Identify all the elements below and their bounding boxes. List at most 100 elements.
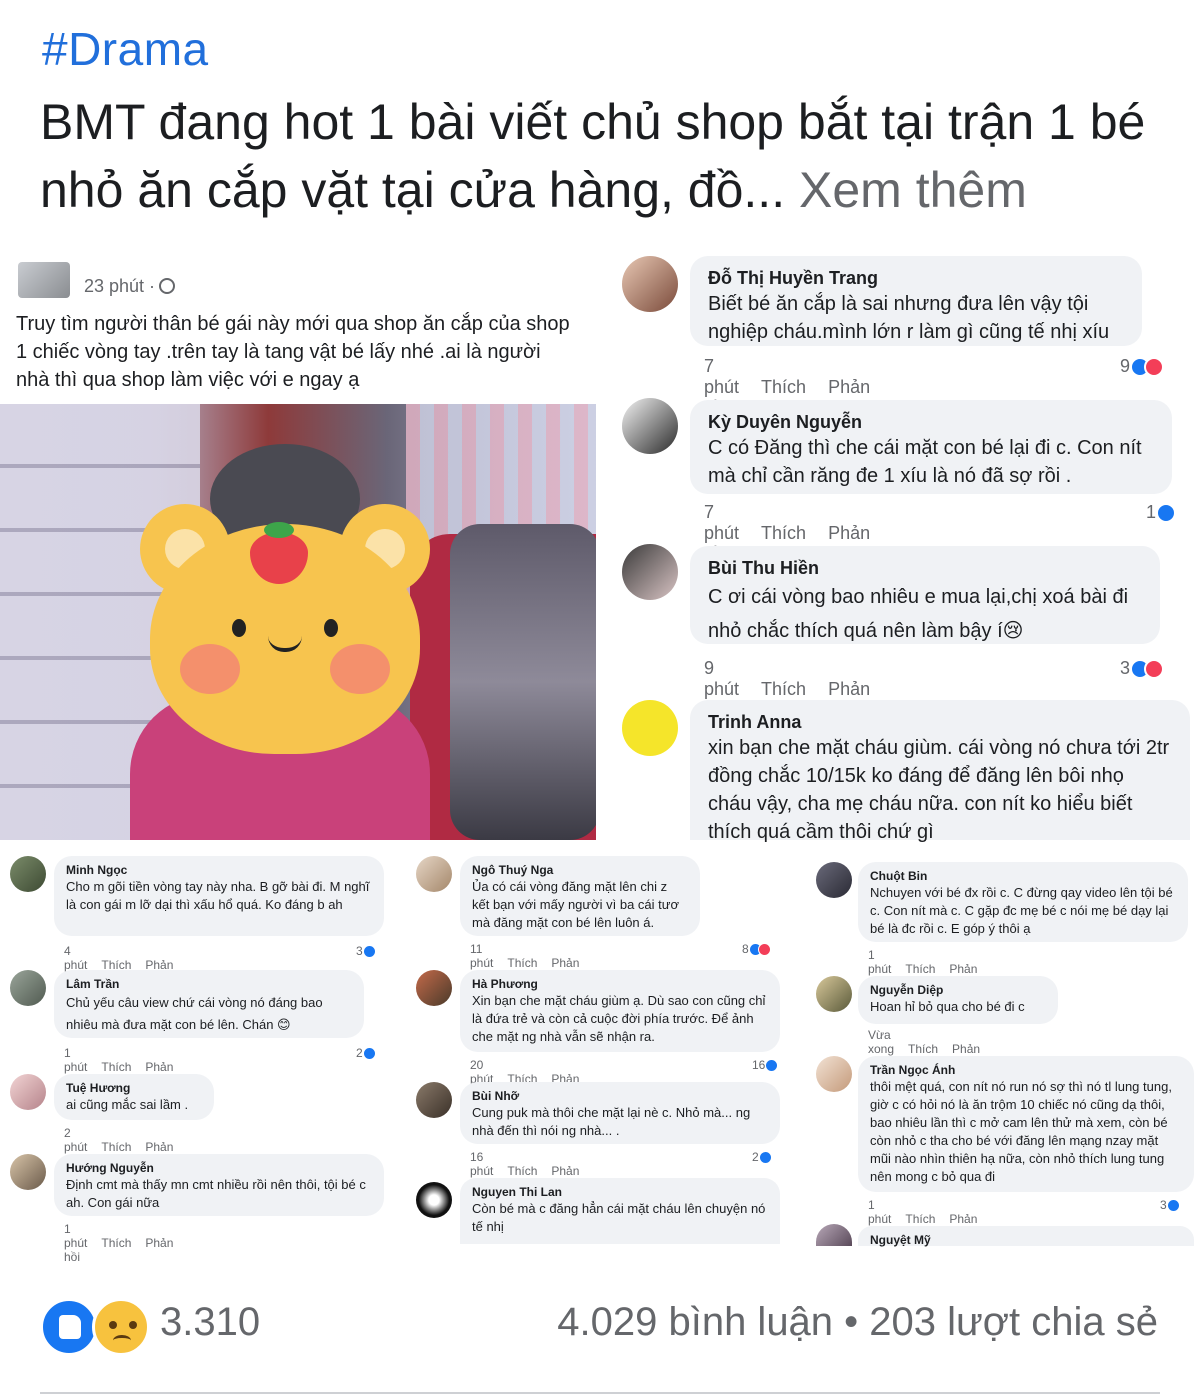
comment-author[interactable]: Minh Ngọc <box>66 862 372 878</box>
like-button[interactable]: Thích <box>101 1236 131 1250</box>
like-button[interactable]: Thích <box>761 377 806 397</box>
comment-time: 1 phút <box>868 948 892 976</box>
love-icon <box>757 942 771 956</box>
avatar[interactable] <box>10 970 46 1006</box>
comment-text: Ủa có cái vòng đăng mặt lên chi z kết bạ… <box>472 879 680 930</box>
comment-text: Biết bé ăn cắp là sai nhưng đưa lên vậy … <box>708 293 1110 343</box>
comment-time: 1 phút <box>64 1046 88 1074</box>
post-text: Truy tìm người thân bé gái này mới qua s… <box>16 313 570 391</box>
like-button[interactable]: Thích <box>101 1140 131 1154</box>
comment-author[interactable]: Lâm Trần <box>66 976 352 992</box>
comment-author[interactable]: Nguyễn Diệp <box>870 982 1046 998</box>
comment-author[interactable]: Nguyệt Mỹ <box>870 1232 1182 1248</box>
like-button[interactable]: Thích <box>905 962 935 976</box>
like-reaction-icon[interactable] <box>40 1298 98 1356</box>
avatar[interactable] <box>622 256 678 312</box>
avatar[interactable] <box>816 862 852 898</box>
like-button[interactable]: Thích <box>507 1164 537 1178</box>
comment-time: 9 phút <box>704 658 740 699</box>
reaction-count[interactable]: 3 <box>1120 658 1130 679</box>
comment-time: 1 phút <box>64 1222 88 1250</box>
comment-time: 7 phút <box>704 502 740 543</box>
comment-author[interactable]: Hà Phương <box>472 976 768 992</box>
reaction-count[interactable]: 2 <box>752 1150 759 1164</box>
post-photo <box>0 404 596 840</box>
avatar[interactable] <box>416 970 452 1006</box>
comment-time: 1 phút <box>868 1198 892 1226</box>
avatar[interactable] <box>816 1224 852 1246</box>
hashtag[interactable]: #Drama <box>42 22 209 76</box>
comment-author[interactable]: Đỗ Thị Huyền Trang <box>708 266 1124 290</box>
love-icon <box>1144 658 1165 679</box>
comment-author[interactable]: Trần Ngọc Ánh <box>870 1062 1182 1078</box>
comment-author[interactable]: Nguyen Thi Lan <box>472 1184 768 1200</box>
like-button[interactable]: Thích <box>905 1212 935 1226</box>
avatar[interactable] <box>622 544 678 600</box>
avatar[interactable] <box>416 1082 452 1118</box>
comment-text: xin bạn che mặt cháu giùm. cái vòng nó c… <box>708 737 1170 843</box>
comment-text: thôi mệt quá, con nít nó run nó sợ thì n… <box>870 1079 1172 1184</box>
like-icon <box>1166 1198 1180 1212</box>
like-button[interactable]: Thích <box>908 1042 938 1056</box>
reaction-count[interactable]: 3 <box>1160 1198 1167 1212</box>
reaction-count[interactable]: 1 <box>1146 502 1156 523</box>
like-button[interactable]: Thích <box>101 1060 131 1074</box>
reaction-count[interactable]: 8 <box>742 942 749 956</box>
reactions-count[interactable]: 3.310 <box>160 1300 260 1345</box>
comment-author[interactable]: Kỳ Duyên Nguyễn <box>708 410 1154 434</box>
comment-text: C ơi cái vòng bao nhiêu e mua lại,chị xo… <box>708 586 1129 642</box>
clothes-pile <box>450 524 596 840</box>
sad-reaction-icon[interactable] <box>92 1298 150 1356</box>
avatar[interactable] <box>816 976 852 1012</box>
like-button[interactable]: Thích <box>761 523 806 543</box>
divider <box>40 1392 1160 1394</box>
comment-author[interactable]: Bùi Thu Hiền <box>708 556 1142 580</box>
see-more-link[interactable]: Xem thêm <box>799 162 1027 218</box>
comment-text: Hoan hỉ bỏ qua cho bé đi c <box>870 999 1025 1014</box>
comment-text: ai cũng mắc sai lầm . <box>66 1097 189 1112</box>
avatar[interactable] <box>622 398 678 454</box>
avatar[interactable] <box>816 1056 852 1092</box>
post-image-collage[interactable]: 23 phút · Truy tìm người thân bé gái này… <box>0 252 1200 1264</box>
avatar[interactable] <box>10 1074 46 1110</box>
like-button[interactable]: Thích <box>507 956 537 970</box>
like-icon <box>1156 502 1177 523</box>
like-icon <box>362 944 376 958</box>
post-time: 23 phút · <box>84 276 176 297</box>
avatar[interactable] <box>416 856 452 892</box>
comment-text: Cung puk mà thôi che mặt lại nè c. Nhỏ m… <box>472 1105 751 1138</box>
comment-author[interactable]: Ngô Thuý Nga <box>472 862 688 878</box>
comment-author[interactable]: Tuệ Hương <box>66 1080 202 1096</box>
reaction-count[interactable]: 3 <box>356 944 363 958</box>
globe-icon <box>159 278 176 294</box>
reaction-count[interactable]: 9 <box>1120 356 1130 377</box>
comment-text: Cho m gõi tiền vòng tay này nha. B gỡ bà… <box>66 879 370 912</box>
comment-time: 2 phút <box>64 1126 88 1154</box>
comment-author[interactable]: Bùi Nhỡ <box>472 1088 768 1104</box>
avatar <box>18 262 70 298</box>
like-icon <box>758 1150 772 1164</box>
comment-author[interactable]: Hướng Nguyễn <box>66 1160 372 1176</box>
like-icon <box>765 1058 779 1072</box>
comment-time: 11 phút <box>470 942 494 970</box>
like-button[interactable]: Thích <box>761 679 806 699</box>
comment-text: Xin bạn che mặt cháu giùm ạ. Dù sao con … <box>472 993 766 1044</box>
reaction-count[interactable]: 2 <box>356 1046 363 1060</box>
comments-shares-stats[interactable]: 4.029 bình luận • 203 lượt chia sẻ <box>557 1300 1158 1345</box>
comment-time: 4 phút <box>64 944 88 972</box>
comment-author[interactable]: Chuột Bin <box>870 868 1176 884</box>
comment-time: 7 phút <box>704 356 740 397</box>
comment-author[interactable]: Trinh Anna <box>708 710 1172 734</box>
reaction-count[interactable]: 16 <box>752 1058 765 1072</box>
post-headline: BMT đang hot 1 bài viết chủ shop bắt tại… <box>40 88 1170 224</box>
comment-text: Nchuyen với bé đx rồi c. C đừng qay vide… <box>870 885 1173 936</box>
comment-text: Chủ yếu câu view chứ cái vòng nó đáng ba… <box>66 995 323 1032</box>
avatar[interactable] <box>10 1154 46 1190</box>
love-icon <box>1144 356 1165 377</box>
comment-time: 16 phút <box>470 1150 494 1178</box>
avatar[interactable] <box>10 856 46 892</box>
bear-face-sticker <box>140 504 430 754</box>
avatar[interactable] <box>622 700 678 756</box>
screenshot-post-card: 23 phút · Truy tìm người thân bé gái này… <box>0 252 600 842</box>
avatar[interactable] <box>416 1182 452 1218</box>
